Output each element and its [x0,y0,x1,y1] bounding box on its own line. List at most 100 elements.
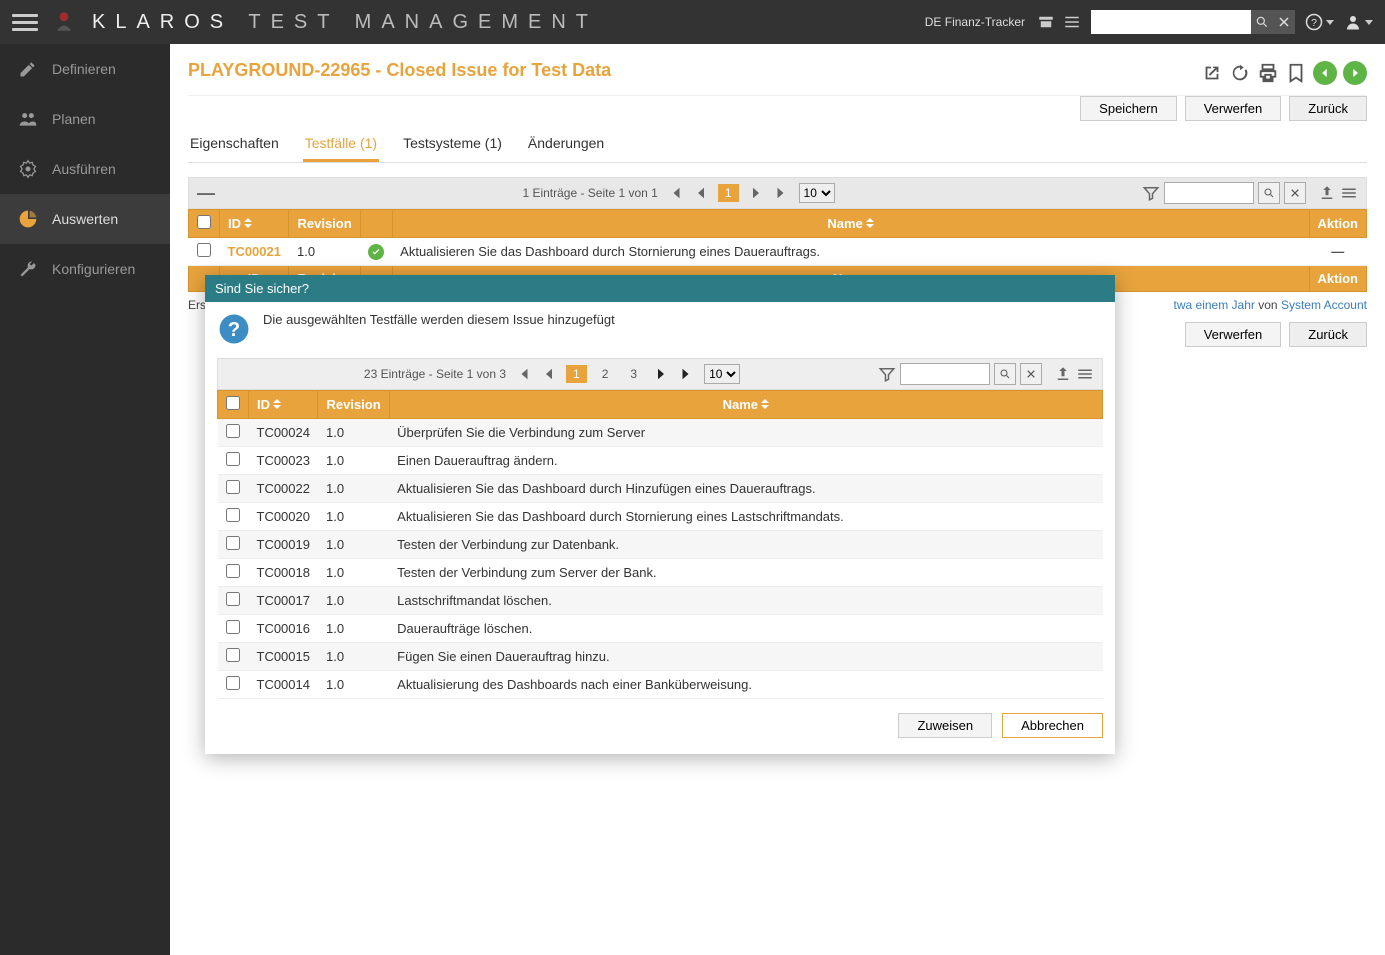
row-checkbox[interactable] [226,564,240,578]
tab-testcases[interactable]: Testfälle (1) [303,127,379,162]
next-page-icon[interactable] [652,365,670,383]
row-checkbox[interactable] [226,508,240,522]
tab-changes[interactable]: Änderungen [526,127,606,162]
row-id: TC00016 [249,615,318,643]
pager-info: 1 Einträge - Seite 1 von 1 [522,186,657,200]
modal-col-name[interactable]: Name [723,397,758,412]
prev-page-icon[interactable] [692,184,710,202]
tab-testsystems[interactable]: Testsysteme (1) [401,127,504,162]
cancel-button[interactable]: Abbrechen [1002,713,1103,738]
modal-title: Sind Sie sicher? [205,275,1115,302]
col-id[interactable]: ID [228,216,241,231]
save-button[interactable]: Speichern [1080,96,1177,121]
sidebar-item-auswerten[interactable]: Auswerten [0,194,170,244]
table-clear-button[interactable] [1284,182,1306,204]
svg-text:?: ? [1311,17,1317,29]
back-button-2[interactable]: Zurück [1289,322,1367,347]
discard-button-2[interactable]: Verwerfen [1185,322,1282,347]
modal-search-button[interactable] [994,363,1016,385]
menu-icon[interactable] [1076,365,1094,383]
table-row: TC00019 1.0 Testen der Verbindung zur Da… [218,531,1103,559]
page-number[interactable]: 1 [718,184,739,202]
first-page-icon[interactable] [666,184,684,202]
row-checkbox[interactable] [226,452,240,466]
sidebar-item-konfigurieren[interactable]: Konfigurieren [0,244,170,294]
modal-select-all[interactable] [226,396,240,410]
menu-icon[interactable] [1340,184,1358,202]
page-number-2[interactable]: 2 [595,365,616,383]
last-page-icon[interactable] [678,365,696,383]
first-page-icon[interactable] [514,365,532,383]
sidebar-item-label: Auswerten [52,211,118,227]
modal-message: Die ausgewählten Testfälle werden diesem… [263,312,615,327]
row-name: Aktualisierung des Dashboards nach einer… [389,671,1102,699]
bookmark-icon[interactable] [1285,62,1307,84]
page-number-3[interactable]: 3 [623,365,644,383]
export-icon[interactable] [1054,365,1072,383]
row-checkbox[interactable] [226,648,240,662]
row-checkbox[interactable] [226,424,240,438]
sidebar-item-definieren[interactable]: Definieren [0,44,170,94]
export-icon[interactable] [1318,184,1336,202]
table-search-button[interactable] [1258,182,1280,204]
row-id: TC00017 [249,587,318,615]
testcase-id-link[interactable]: TC00021 [228,244,281,259]
table-filter-input[interactable] [1164,182,1254,204]
col-name[interactable]: Name [827,216,862,231]
sidebar-item-planen[interactable]: Planen [0,94,170,144]
modal-col-revision[interactable]: Revision [318,391,389,419]
help-menu[interactable]: ? [1305,13,1334,31]
global-search-clear[interactable] [1273,10,1295,34]
next-button[interactable] [1343,61,1367,85]
row-checkbox[interactable] [226,536,240,550]
refresh-icon[interactable] [1229,62,1251,84]
modal-clear-button[interactable] [1020,363,1042,385]
archive-icon[interactable] [1037,13,1055,31]
row-revision: 1.0 [318,559,389,587]
last-page-icon[interactable] [773,184,791,202]
row-checkbox[interactable] [226,620,240,634]
table-toolbar: — 1 Einträge - Seite 1 von 1 1 10 [188,177,1367,209]
global-search-button[interactable] [1251,10,1273,34]
external-link-icon[interactable] [1201,62,1223,84]
prev-page-icon[interactable] [540,365,558,383]
modal-table-toolbar: 23 Einträge - Seite 1 von 3 1 2 3 10 [217,358,1103,390]
row-checkbox[interactable] [226,480,240,494]
tab-properties[interactable]: Eigenschaften [188,127,281,162]
global-search-input[interactable] [1091,10,1251,34]
sidebar-item-label: Definieren [52,61,116,77]
assign-button[interactable]: Zuweisen [898,713,992,738]
page-size-select[interactable]: 10 [799,183,835,203]
row-checkbox[interactable] [197,243,211,257]
select-all-checkbox[interactable] [197,215,211,229]
filter-icon[interactable] [1142,184,1160,202]
modal-page-size-select[interactable]: 10 [704,364,740,384]
prev-button[interactable] [1313,61,1337,85]
chart-icon [18,209,38,229]
collapse-icon[interactable]: — [197,183,215,204]
svg-text:?: ? [228,319,240,341]
user-menu[interactable] [1344,13,1373,31]
row-revision: 1.0 [318,615,389,643]
meta-ago-link[interactable]: twa einem Jahr [1174,298,1255,312]
modal-filter-input[interactable] [900,363,990,385]
modal-col-id[interactable]: ID [257,397,270,412]
list-icon[interactable] [1063,13,1081,31]
hamburger-menu-icon[interactable] [12,9,38,35]
table-row: TC00020 1.0 Aktualisieren Sie das Dashbo… [218,503,1103,531]
next-page-icon[interactable] [747,184,765,202]
print-icon[interactable] [1257,62,1279,84]
discard-button[interactable]: Verwerfen [1185,96,1282,121]
meta-user-link[interactable]: System Account [1281,298,1367,312]
row-checkbox[interactable] [226,676,240,690]
sidebar-item-ausfuehren[interactable]: Ausführen [0,144,170,194]
filter-icon[interactable] [878,365,896,383]
title-actions [1201,61,1367,85]
row-revision: 1.0 [289,238,360,266]
row-checkbox[interactable] [226,592,240,606]
back-button[interactable]: Zurück [1289,96,1367,121]
project-name[interactable]: DE Finanz-Tracker [925,15,1025,29]
col-revision[interactable]: Revision [297,216,351,231]
remove-icon[interactable]: — [1331,244,1344,259]
page-number-1[interactable]: 1 [566,365,587,383]
